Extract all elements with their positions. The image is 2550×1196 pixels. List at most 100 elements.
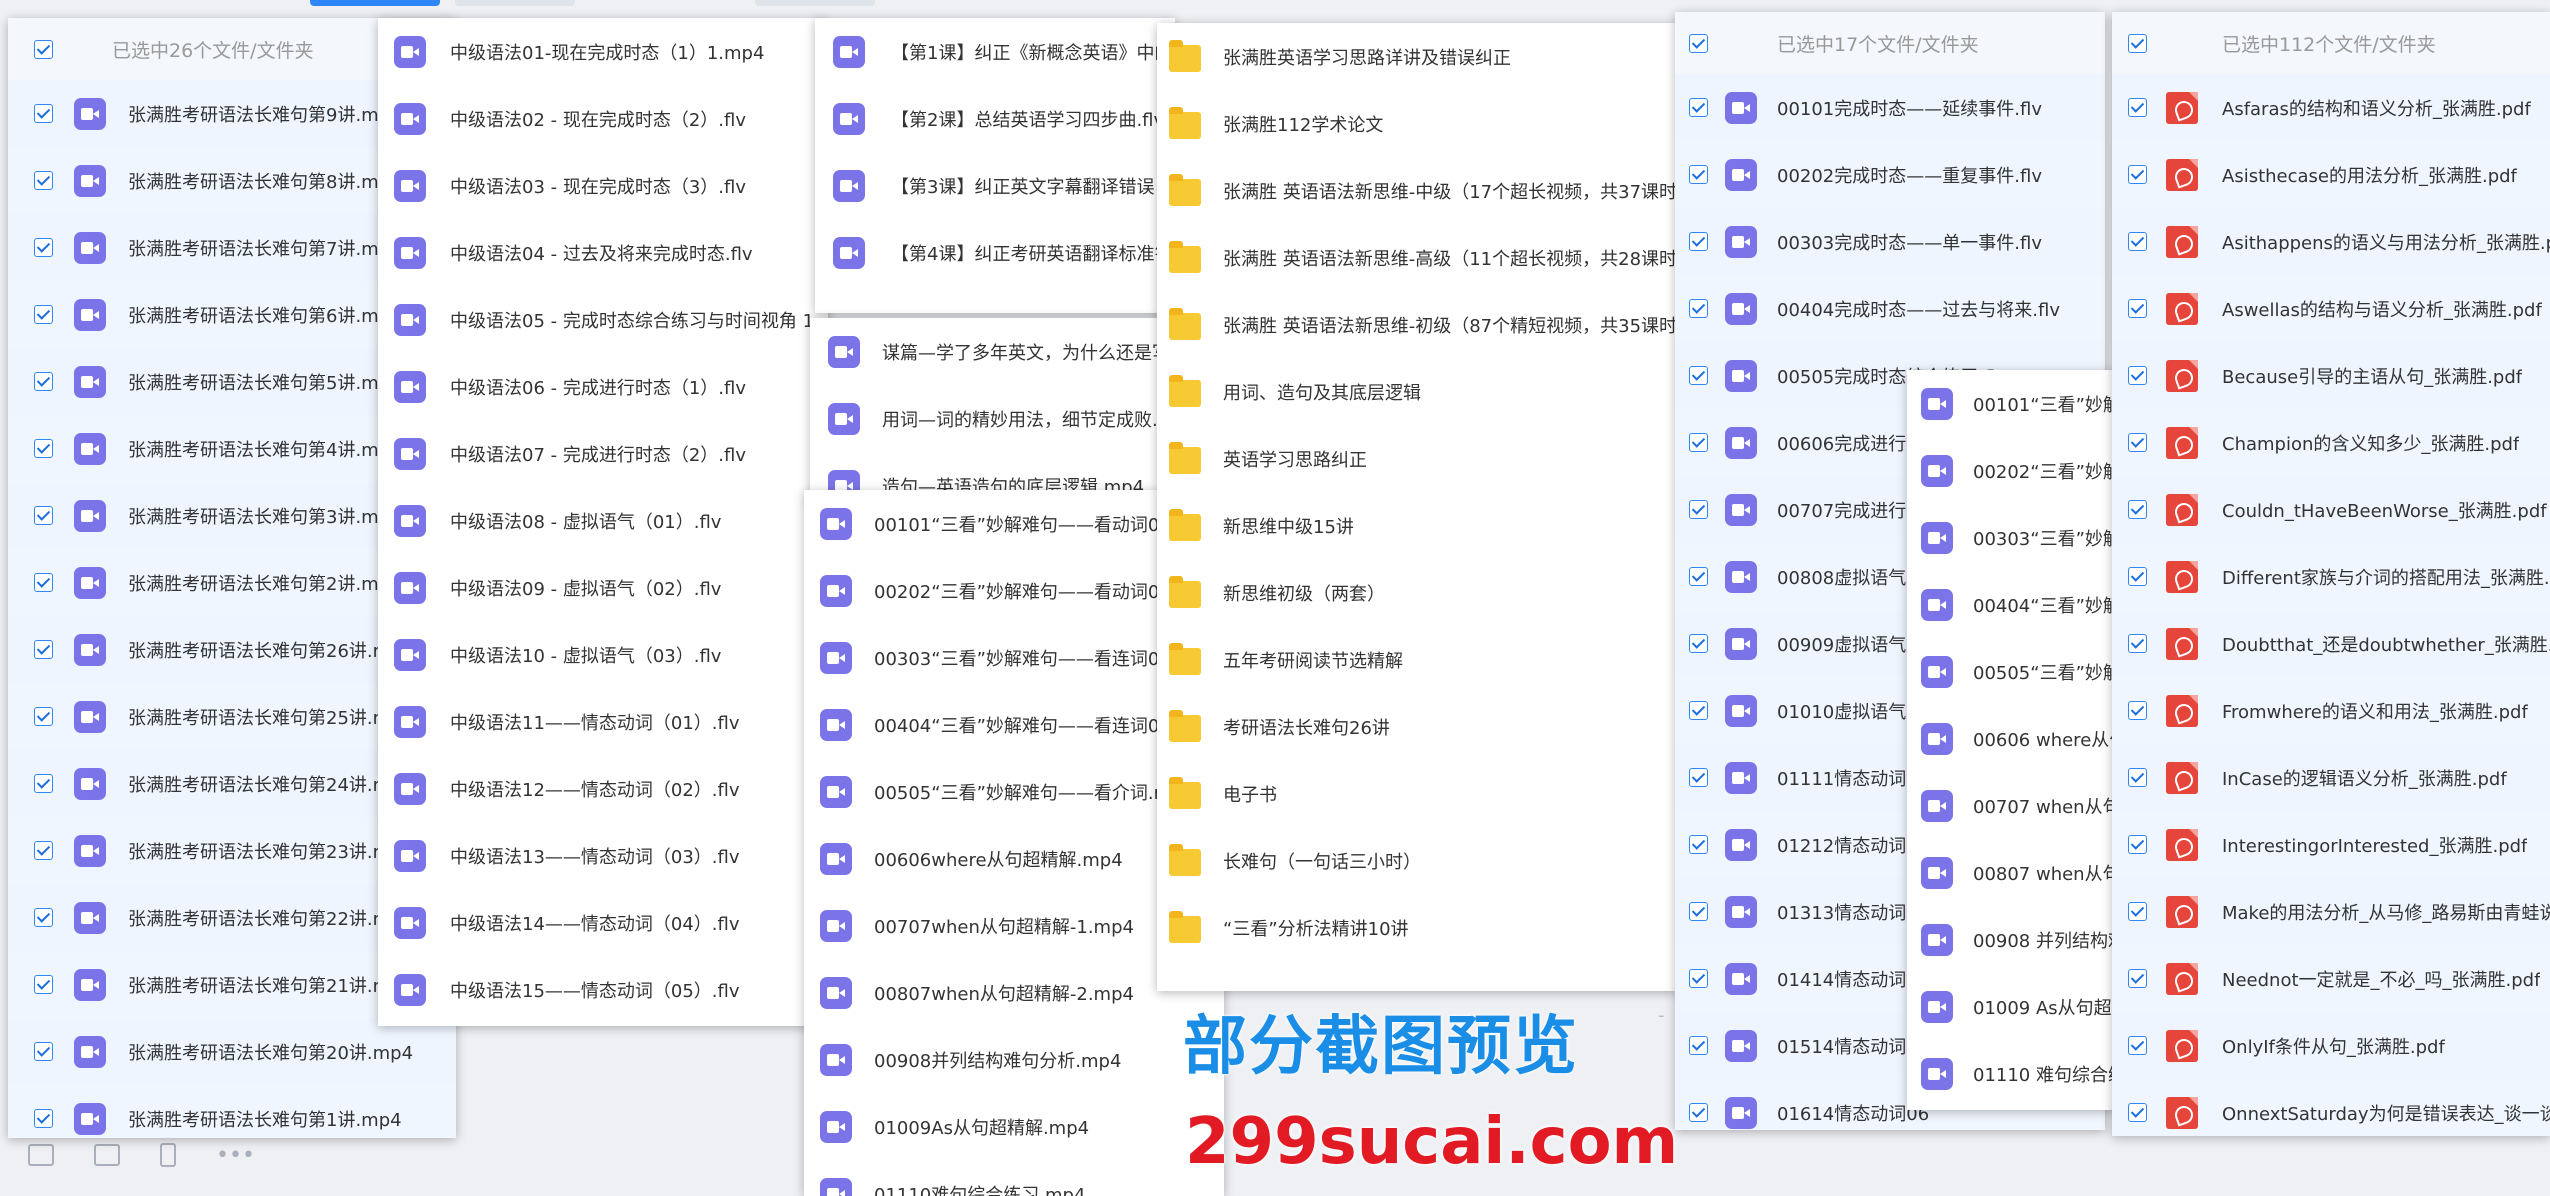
row-checkbox[interactable] [34,1042,53,1061]
row-checkbox[interactable] [34,506,53,525]
file-row[interactable]: 00101“三看”妙解 [1907,370,2117,437]
row-checkbox[interactable] [2128,433,2147,452]
file-row[interactable]: 张满胜 英语语法新思维-中级（17个超长视频，共37课时） [1157,157,1677,224]
row-checkbox[interactable] [1689,902,1708,921]
file-row[interactable]: 张满胜112学术论文 [1157,90,1677,157]
row-checkbox[interactable] [2128,835,2147,854]
file-row[interactable]: Asfaras的结构和语义分析_张满胜.pdf [2112,74,2550,141]
file-row[interactable]: 中级语法09 - 虚拟语气（02）.flv [378,554,828,621]
file-row[interactable]: Couldn_tHaveBeenWorse_张满胜.pdf [2112,476,2550,543]
file-row[interactable]: 01110难句综合练习.mp4 [804,1160,1224,1196]
file-row[interactable]: 中级语法12——情态动词（02）.flv [378,755,828,822]
file-row[interactable]: 中级语法04 - 过去及将来完成时态.flv [378,219,828,286]
row-checkbox[interactable] [2128,1036,2147,1055]
phone-icon[interactable] [160,1143,176,1167]
file-row[interactable]: Make的用法分析_从马修_路易斯由青蛙说起.pdf [2112,878,2550,945]
file-row[interactable]: 中级语法03 - 现在完成时态（3）.flv [378,152,828,219]
row-checkbox[interactable] [34,774,53,793]
row-checkbox[interactable] [2128,768,2147,787]
more-icon[interactable]: ••• [216,1143,255,1168]
file-row[interactable]: 00707 when从句 [1907,772,2117,839]
file-row[interactable]: 张满胜 英语语法新思维-高级（11个超长视频，共28课时） [1157,224,1677,291]
file-row[interactable]: 00404“三看”妙解 [1907,571,2117,638]
file-row[interactable]: Because引导的主语从句_张满胜.pdf [2112,342,2550,409]
file-row[interactable]: 【第4课】纠正考研英语翻译标准答 [815,219,1175,286]
file-row[interactable]: 【第2课】总结英语学习四步曲.flv [815,85,1175,152]
row-checkbox[interactable] [34,305,53,324]
row-checkbox[interactable] [34,640,53,659]
file-row[interactable]: Aswellas的结构与语义分析_张满胜.pdf [2112,275,2550,342]
row-checkbox[interactable] [34,707,53,726]
file-row[interactable]: 00807 when从句 [1907,839,2117,906]
row-checkbox[interactable] [2128,902,2147,921]
file-row[interactable]: 01110 难句综合练 [1907,1040,2117,1107]
row-checkbox[interactable] [1689,433,1708,452]
select-all-checkbox[interactable] [2128,33,2147,53]
file-row[interactable]: 00908并列结构难句分析.mp4 [804,1026,1224,1093]
file-row[interactable]: 【第3课】纠正英文字幕翻译错误， [815,152,1175,219]
file-row[interactable]: 电子书 [1157,760,1677,827]
file-row[interactable]: 英语学习思路纠正 [1157,425,1677,492]
row-checkbox[interactable] [1689,500,1708,519]
file-row[interactable]: 00202完成时态——重复事件.flv [1675,141,2105,208]
row-checkbox[interactable] [2128,366,2147,385]
file-row[interactable]: 用词—词的精妙用法，细节定成败. [810,385,1172,452]
file-row[interactable]: 00908 并列结构难 [1907,906,2117,973]
file-row[interactable]: 01009As从句超精解.mp4 [804,1093,1224,1160]
row-checkbox[interactable] [34,573,53,592]
row-checkbox[interactable] [2128,969,2147,988]
select-all-checkbox[interactable] [34,39,53,59]
row-checkbox[interactable] [1689,969,1708,988]
file-row[interactable]: InterestingorInterested_张满胜.pdf [2112,811,2550,878]
file-row[interactable]: 00505“三看”妙解 [1907,638,2117,705]
row-checkbox[interactable] [1689,165,1708,184]
file-row[interactable]: 中级语法07 - 完成进行时态（2）.flv [378,420,828,487]
file-row[interactable]: 中级语法10 - 虚拟语气（03）.flv [378,621,828,688]
file-row[interactable]: 00303“三看”妙解 [1907,504,2117,571]
file-row[interactable]: 谋篇—学了多年英文，为什么还是写 [810,318,1172,385]
row-checkbox[interactable] [2128,634,2147,653]
file-row[interactable]: 张满胜英语学习思路详讲及错误纠正 [1157,23,1677,90]
file-row[interactable]: 中级语法15——情态动词（05）.flv [378,956,828,1023]
file-row[interactable]: 新思维初级（两套） [1157,559,1677,626]
row-checkbox[interactable] [2128,299,2147,318]
row-checkbox[interactable] [34,1109,53,1128]
row-checkbox[interactable] [2128,232,2147,251]
row-checkbox[interactable] [1689,701,1708,720]
row-checkbox[interactable] [2128,701,2147,720]
file-row[interactable]: OnnextSaturday为何是错误表达_谈一谈 [2112,1079,2550,1136]
file-row[interactable]: Asithappens的语义与用法分析_张满胜.pdf [2112,208,2550,275]
row-checkbox[interactable] [1689,299,1708,318]
row-checkbox[interactable] [2128,1103,2147,1122]
file-row[interactable]: 00101完成时态——延续事件.flv [1675,74,2105,141]
file-row[interactable]: 00404完成时态——过去与将来.flv [1675,275,2105,342]
file-row[interactable]: InCase的逻辑语义分析_张满胜.pdf [2112,744,2550,811]
active-top-tab[interactable] [310,0,440,6]
row-checkbox[interactable] [34,908,53,927]
select-all-checkbox[interactable] [1689,33,1708,53]
file-row[interactable]: OnlyIf条件从句_张满胜.pdf [2112,1012,2550,1079]
file-row[interactable]: 张满胜 英语语法新思维-初级（87个精短视频，共35课时） [1157,291,1677,358]
row-checkbox[interactable] [2128,98,2147,117]
file-row[interactable]: Fromwhere的语义和用法_张满胜.pdf [2112,677,2550,744]
file-row[interactable]: “三看”分析法精讲10讲 [1157,894,1677,961]
row-checkbox[interactable] [1689,366,1708,385]
row-checkbox[interactable] [1689,768,1708,787]
file-row[interactable]: 张满胜考研语法长难句第1讲.mp4 [8,1085,456,1138]
file-row[interactable]: 中级语法11——情态动词（01）.flv [378,688,828,755]
file-row[interactable]: Neednot一定就是_不必_吗_张满胜.pdf [2112,945,2550,1012]
row-checkbox[interactable] [1689,835,1708,854]
row-checkbox[interactable] [34,841,53,860]
row-checkbox[interactable] [34,104,53,123]
top-tab[interactable] [455,0,575,6]
tablet-icon[interactable] [94,1144,120,1166]
row-checkbox[interactable] [34,975,53,994]
file-row[interactable]: Different家族与介词的搭配用法_张满胜.pdf [2112,543,2550,610]
file-row[interactable]: 张满胜考研语法长难句第20讲.mp4 [8,1018,456,1085]
file-row[interactable]: 中级语法08 - 虚拟语气（01）.flv [378,487,828,554]
row-checkbox[interactable] [34,238,53,257]
row-checkbox[interactable] [34,171,53,190]
file-row[interactable]: 00606 where从句 [1907,705,2117,772]
row-checkbox[interactable] [1689,98,1708,117]
file-row[interactable]: 00202“三看”妙解 [1907,437,2117,504]
